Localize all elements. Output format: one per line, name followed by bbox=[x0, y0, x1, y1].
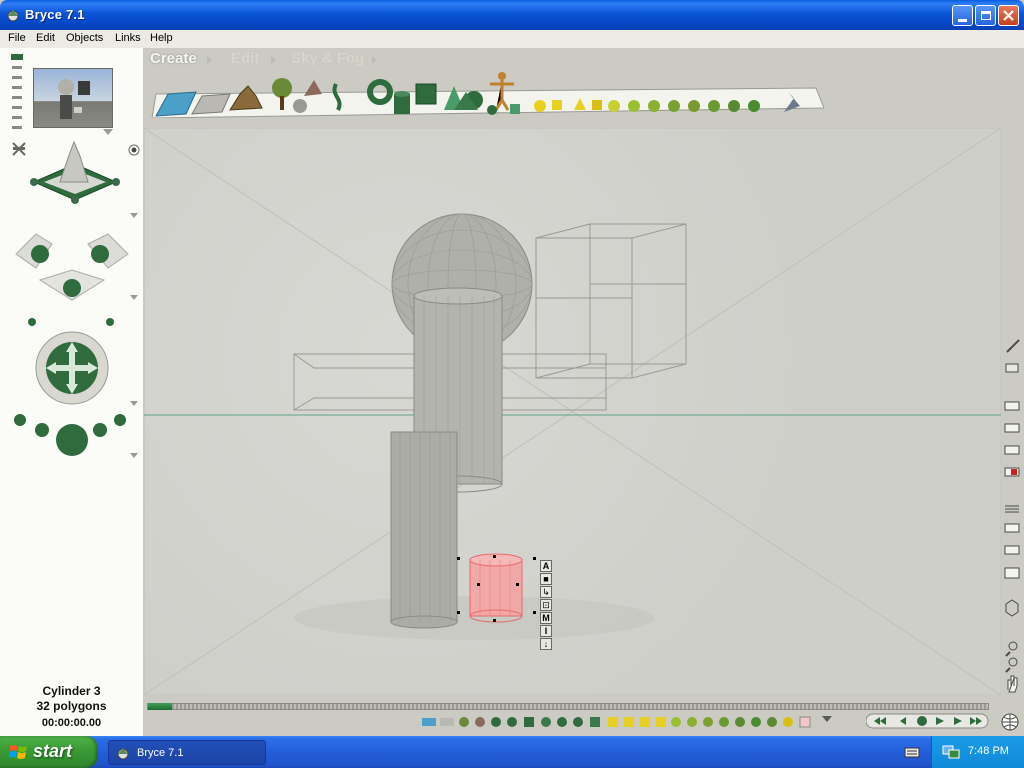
align-tool[interactable]: A bbox=[540, 560, 552, 572]
dropdown-arrow-icon[interactable] bbox=[129, 212, 139, 219]
cube-wireframe bbox=[535, 223, 687, 379]
drop-tool[interactable]: ↓ bbox=[540, 638, 552, 650]
menu-objects[interactable]: Objects bbox=[66, 32, 103, 44]
camera-preview[interactable] bbox=[33, 68, 113, 128]
material-m-tool[interactable]: M bbox=[540, 612, 552, 624]
wireframe-viewport[interactable]: A ■ ↳ ⊡ M I ↓ bbox=[143, 127, 1002, 696]
dropdown-arrow-icon[interactable] bbox=[822, 716, 832, 722]
object-name: Cylinder 3 bbox=[42, 684, 101, 698]
title-bar[interactable]: Bryce 7.1 bbox=[0, 0, 1024, 30]
clock: 7:48 PM bbox=[968, 745, 1009, 757]
dropdown-arrow-icon[interactable] bbox=[102, 128, 114, 136]
view-4-icon[interactable] bbox=[1004, 523, 1020, 533]
front-cylinder-wireframe bbox=[390, 431, 458, 629]
bryce-app-icon bbox=[117, 748, 129, 760]
radio-icon[interactable] bbox=[128, 144, 140, 156]
windows-logo-icon bbox=[9, 745, 27, 759]
tab-arrow-icon bbox=[271, 56, 276, 64]
timeline-marker[interactable] bbox=[148, 703, 172, 710]
dropdown-arrow-icon[interactable] bbox=[129, 400, 139, 407]
cube-icon[interactable] bbox=[415, 83, 437, 105]
create-objects bbox=[155, 72, 800, 117]
view-1-icon[interactable] bbox=[1004, 401, 1020, 411]
menu-help[interactable]: Help bbox=[150, 32, 173, 44]
right-tools bbox=[1004, 339, 1020, 693]
view-red-icon[interactable] bbox=[1004, 467, 1020, 477]
edit-tool[interactable]: ⊡ bbox=[540, 599, 552, 611]
material-tool[interactable]: ■ bbox=[540, 573, 552, 585]
scene-wireframe bbox=[143, 127, 1002, 696]
tab-edit[interactable]: Edit bbox=[231, 50, 259, 67]
trackball-fountain-icon[interactable] bbox=[30, 138, 120, 218]
playback-controls bbox=[866, 713, 989, 729]
ground-plane-icon[interactable] bbox=[191, 93, 231, 115]
tab-sky-fog[interactable]: Sky & Fog bbox=[291, 50, 364, 67]
zoom-in-icon[interactable] bbox=[1005, 641, 1018, 657]
torus-icon[interactable] bbox=[367, 79, 393, 105]
brush-icon[interactable] bbox=[1006, 339, 1020, 353]
tab-create[interactable]: Create bbox=[150, 50, 197, 67]
bryce-app-icon bbox=[7, 10, 19, 22]
tab-arrow-icon bbox=[372, 56, 377, 64]
lattice-icon[interactable] bbox=[332, 83, 342, 111]
star-shape-icon[interactable] bbox=[784, 92, 800, 112]
eraser-icon[interactable] bbox=[1005, 363, 1019, 373]
view-3-icon[interactable] bbox=[1004, 445, 1020, 455]
tab-arrow-icon bbox=[207, 56, 212, 64]
animation-shelf bbox=[422, 716, 832, 728]
maximize-button[interactable] bbox=[975, 5, 996, 26]
water-plane-icon[interactable] bbox=[155, 91, 197, 117]
tree-icon[interactable] bbox=[272, 78, 292, 110]
start-label: start bbox=[33, 741, 73, 761]
hand-pan-icon[interactable] bbox=[1007, 675, 1018, 693]
taskbar-item-bryce[interactable]: Bryce 7.1 bbox=[108, 740, 266, 765]
render-spheres-icon[interactable] bbox=[12, 408, 132, 464]
close-icon bbox=[1003, 10, 1014, 21]
close-button[interactable] bbox=[998, 5, 1019, 26]
keyboard-icon[interactable] bbox=[904, 746, 920, 758]
mini-object-icons[interactable] bbox=[422, 716, 811, 728]
menu-edit[interactable]: Edit bbox=[36, 32, 55, 44]
time-code: 00:00:00.00 bbox=[41, 717, 102, 729]
window-title: Bryce 7.1 bbox=[25, 7, 85, 22]
cube-view-icon[interactable] bbox=[1005, 599, 1019, 617]
disc-icon[interactable] bbox=[487, 105, 497, 115]
lines-icon[interactable] bbox=[1005, 505, 1019, 513]
director-chair-icon[interactable] bbox=[12, 142, 26, 156]
camera-crosses-icon[interactable] bbox=[12, 224, 132, 314]
link-tool[interactable]: ↳ bbox=[540, 586, 552, 598]
minimize-button[interactable] bbox=[952, 5, 973, 26]
cylinder-icon[interactable] bbox=[394, 91, 410, 114]
stone-icon[interactable] bbox=[293, 99, 307, 113]
camera-preview-figure bbox=[58, 79, 90, 119]
control-panel: Cylinder 3 32 polygons 00:00:00.00 bbox=[0, 48, 143, 736]
primitive-yellow-shapes-icon[interactable] bbox=[534, 98, 760, 112]
start-button[interactable]: start bbox=[0, 736, 98, 768]
display-menu-icon[interactable] bbox=[1004, 567, 1020, 579]
zoom-out-icon[interactable] bbox=[1005, 657, 1018, 673]
record-icon[interactable] bbox=[917, 716, 927, 726]
camera-trackball-icon[interactable] bbox=[22, 314, 122, 408]
dropdown-arrow-icon[interactable] bbox=[129, 294, 139, 301]
taskbar-item-label: Bryce 7.1 bbox=[137, 747, 184, 759]
polygon-count: 32 polygons bbox=[36, 699, 107, 713]
info-tool[interactable]: I bbox=[540, 625, 552, 637]
menu-links[interactable]: Links bbox=[115, 32, 141, 44]
view-presets-icon[interactable] bbox=[10, 52, 26, 130]
view-5-icon[interactable] bbox=[1004, 545, 1020, 555]
timeline-scrubber[interactable] bbox=[147, 703, 989, 710]
view-2-icon[interactable] bbox=[1004, 423, 1020, 433]
network-icon[interactable] bbox=[942, 744, 960, 760]
rock-icon[interactable] bbox=[304, 80, 322, 96]
square-icon[interactable] bbox=[510, 104, 520, 114]
globe-icon[interactable] bbox=[1000, 712, 1020, 732]
menu-file[interactable]: File bbox=[8, 32, 26, 44]
terrain-icon[interactable] bbox=[229, 85, 263, 111]
selection-tools: A ■ ↳ ⊡ M I ↓ bbox=[540, 560, 552, 650]
object-info: Cylinder 3 32 polygons 00:00:00.00 bbox=[0, 684, 143, 729]
dropdown-arrow-icon[interactable] bbox=[129, 452, 139, 459]
menu-bar: File Edit Objects Links Help bbox=[0, 30, 1024, 48]
